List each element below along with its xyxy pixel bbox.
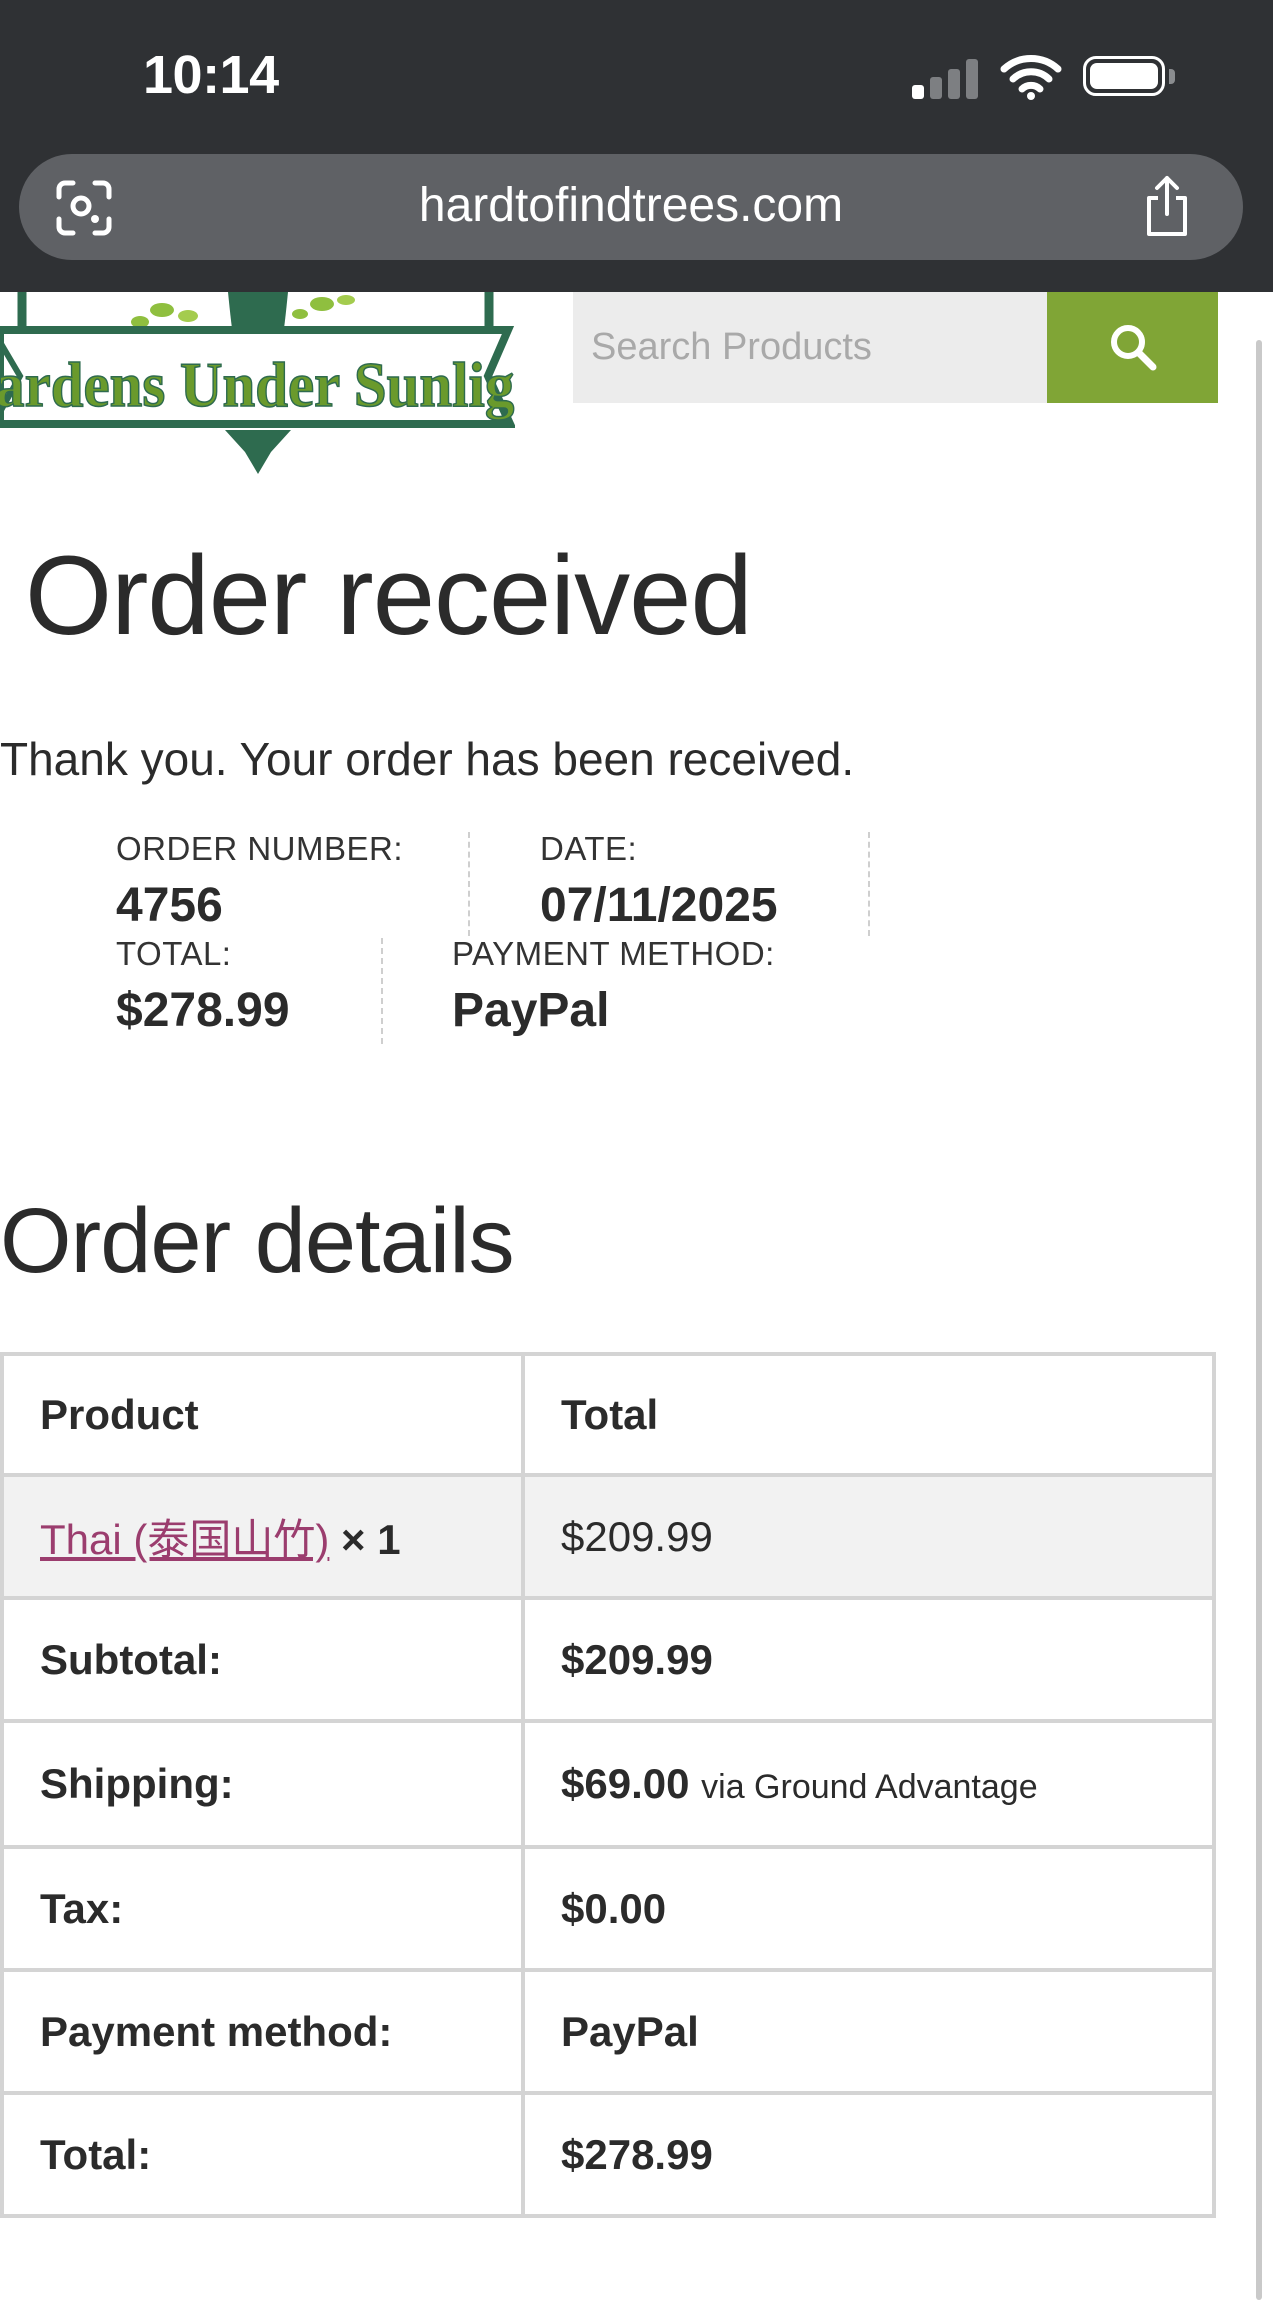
- product-total: $209.99: [521, 1473, 1216, 1600]
- payment-method-value: PayPal: [452, 984, 610, 1037]
- order-total: TOTAL: $278.99: [116, 935, 290, 1038]
- tax-value: $0.00: [521, 1845, 1216, 1972]
- subtotal-value: $209.99: [521, 1596, 1216, 1723]
- page-title: Order received: [25, 533, 753, 658]
- table-row: Thai (泰国山竹) × 1 $209.99: [0, 1473, 1216, 1600]
- browser-chrome: 10:14 hardtofindtrees.com: [0, 0, 1273, 292]
- table-row: Subtotal: $209.99: [0, 1596, 1216, 1723]
- order-date-value: 07/11/2025: [540, 879, 778, 932]
- share-icon[interactable]: [1139, 174, 1195, 238]
- payment-method-label: PAYMENT METHOD:: [452, 935, 775, 972]
- table-header-row: Product Total: [0, 1352, 1216, 1477]
- order-number: ORDER NUMBER: 4756: [116, 830, 403, 933]
- order-total-value: $278.99: [116, 984, 290, 1037]
- order-details-table: Product Total Thai (泰国山竹) × 1 $209.99 Su…: [0, 1352, 1216, 2218]
- shipping-method: via Ground Advantage: [701, 1768, 1038, 1806]
- shipping-cell: $69.00 via Ground Advantage: [521, 1719, 1216, 1849]
- table-row: Payment method: PayPal: [0, 1968, 1216, 2095]
- product-quantity: × 1: [341, 1516, 401, 1563]
- total-value: $278.99: [521, 2091, 1216, 2218]
- payment-method-row-value: PayPal: [521, 1968, 1216, 2095]
- total-label: Total:: [0, 2091, 525, 2218]
- table-row: Shipping: $69.00 via Ground Advantage: [0, 1719, 1216, 1849]
- table-row: Total: $278.99: [0, 2091, 1216, 2218]
- cellular-signal-icon: [912, 57, 978, 99]
- search-button[interactable]: [1047, 292, 1218, 403]
- shipping-value: $69.00: [561, 1760, 690, 1807]
- tax-label: Tax:: [0, 1845, 525, 1972]
- product-cell: Thai (泰国山竹) × 1: [0, 1473, 525, 1600]
- order-number-value: 4756: [116, 879, 223, 932]
- site-logo[interactable]: Gardens Under Sunlight: [0, 292, 515, 474]
- divider: [468, 832, 470, 936]
- wifi-icon: [1000, 55, 1062, 100]
- order-total-label: TOTAL:: [116, 935, 232, 972]
- subtotal-label: Subtotal:: [0, 1596, 525, 1723]
- battery-icon: [1083, 56, 1177, 100]
- order-date: DATE: 07/11/2025: [540, 830, 778, 933]
- divider: [868, 832, 870, 936]
- address-bar[interactable]: hardtofindtrees.com: [19, 154, 1243, 260]
- url-text[interactable]: hardtofindtrees.com: [19, 178, 1243, 233]
- search-icon: [1111, 325, 1157, 371]
- column-header-total: Total: [521, 1352, 1216, 1477]
- order-payment-method: PAYMENT METHOD: PayPal: [452, 935, 775, 1038]
- order-date-label: DATE:: [540, 830, 638, 867]
- thank-you-message: Thank you. Your order has been received.: [0, 733, 855, 785]
- page-scrollbar[interactable]: [1256, 340, 1262, 2300]
- divider: [381, 938, 383, 1044]
- table-row: Tax: $0.00: [0, 1845, 1216, 1972]
- shipping-label: Shipping:: [0, 1719, 525, 1849]
- order-details-title: Order details: [0, 1190, 515, 1292]
- column-header-product: Product: [0, 1352, 525, 1477]
- product-link[interactable]: Thai (泰国山竹): [40, 1516, 329, 1563]
- status-time: 10:14: [143, 45, 279, 105]
- search-input[interactable]: [573, 292, 1047, 403]
- order-number-label: ORDER NUMBER:: [116, 830, 404, 867]
- svg-text:Gardens Under Sunlight: Gardens Under Sunlight: [0, 350, 515, 421]
- payment-method-row-label: Payment method:: [0, 1968, 525, 2095]
